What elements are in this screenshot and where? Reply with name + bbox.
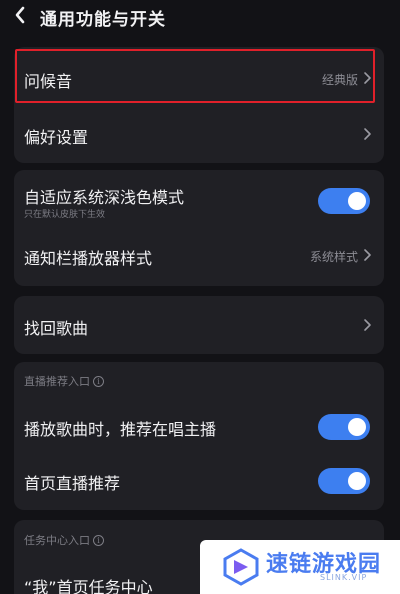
greeting-sound-row[interactable]: 问候音 经典版 — [14, 51, 384, 105]
task-center-section-label: 任务中心入口 — [24, 534, 90, 547]
toggle-knob — [348, 418, 366, 436]
home-task-center-label: “我”首页任务中心 — [24, 578, 153, 594]
live-entry-section-title: 直播推荐入口 i — [24, 373, 104, 389]
dark-mode-label: 自适应系统深浅色模式 — [24, 188, 185, 207]
chevron-right-icon — [364, 72, 371, 84]
task-center-section-title: 任务中心入口 i — [24, 532, 104, 548]
preferences-label: 偏好设置 — [24, 128, 89, 147]
recommend-while-playing-row: 播放歌曲时，推荐在唱主播 — [14, 400, 384, 454]
watermark: 速链游戏园 SLINK.VIP — [200, 540, 400, 594]
home-live-row: 首页直播推荐 — [14, 454, 384, 508]
dark-mode-row: 自适应系统深浅色模式 只在默认皮肤下生效 — [14, 172, 384, 230]
settings-card-4: 直播推荐入口 i 播放歌曲时，推荐在唱主播 首页直播推荐 — [14, 362, 384, 510]
notification-player-label: 通知栏播放器样式 — [24, 249, 153, 268]
live-entry-section-label: 直播推荐入口 — [24, 375, 90, 388]
toggle-knob — [348, 192, 366, 210]
toggle-knob — [348, 472, 366, 490]
home-live-toggle[interactable] — [318, 468, 370, 494]
chevron-right-icon — [364, 128, 371, 140]
watermark-logo-icon — [223, 548, 259, 586]
recover-songs-label: 找回歌曲 — [24, 319, 89, 338]
settings-card-1: 问候音 经典版 偏好设置 — [14, 47, 384, 163]
watermark-domain: SLINK.VIP — [320, 573, 368, 582]
page-title: 通用功能与开关 — [40, 10, 166, 30]
greeting-sound-label: 问候音 — [24, 72, 73, 91]
recommend-while-playing-toggle[interactable] — [318, 414, 370, 440]
top-bar: 通用功能与开关 — [0, 0, 400, 36]
notification-player-row[interactable]: 通知栏播放器样式 系统样式 — [14, 230, 384, 284]
home-live-label: 首页直播推荐 — [24, 474, 121, 493]
chevron-left-icon — [15, 6, 25, 24]
chevron-right-icon — [364, 249, 371, 261]
back-button[interactable] — [10, 4, 30, 26]
dark-mode-sublabel: 只在默认皮肤下生效 — [24, 210, 106, 220]
preferences-row[interactable]: 偏好设置 — [14, 107, 384, 161]
dark-mode-toggle[interactable] — [318, 188, 370, 214]
chevron-right-icon — [364, 319, 371, 331]
recover-songs-row[interactable]: 找回歌曲 — [14, 296, 384, 354]
info-icon[interactable]: i — [93, 375, 104, 387]
greeting-sound-value: 经典版 — [321, 73, 358, 87]
recommend-while-playing-label: 播放歌曲时，推荐在唱主播 — [24, 420, 217, 439]
settings-card-2: 自适应系统深浅色模式 只在默认皮肤下生效 通知栏播放器样式 系统样式 — [14, 170, 384, 286]
notification-player-value: 系统样式 — [309, 250, 358, 264]
info-icon[interactable]: i — [93, 534, 104, 546]
settings-card-3: 找回歌曲 — [14, 296, 384, 354]
